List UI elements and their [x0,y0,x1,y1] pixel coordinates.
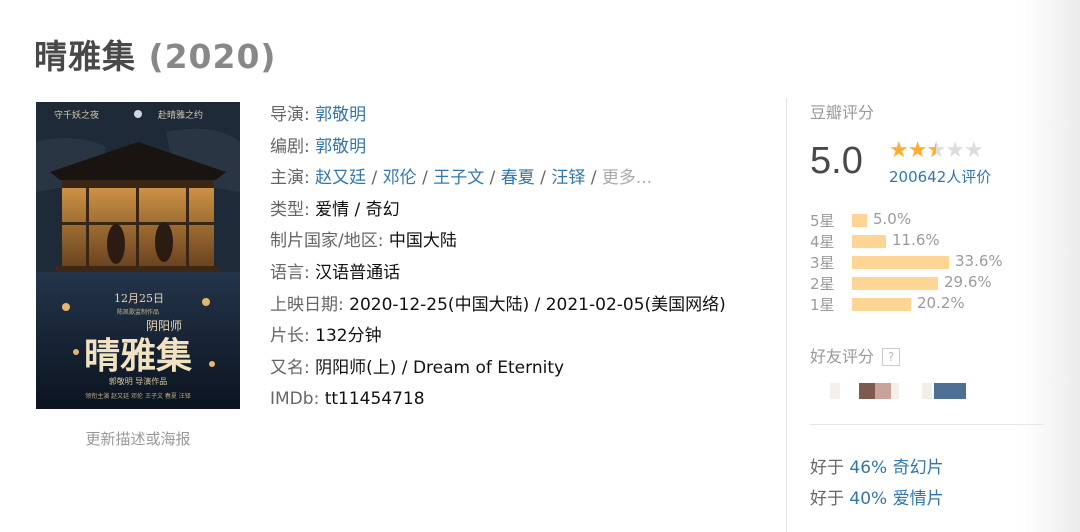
poster-tagline-right: 赴晴雅之约 [158,109,203,121]
better-than-row: 好于 46% 奇幻片 [810,453,944,478]
rating-score: 5.0 [810,140,863,182]
avatar [859,383,875,399]
avatar [934,383,966,399]
poster-cast: 领衔主演 赵又廷 邓伦 王子文 春夏 汪铎 [85,392,191,400]
rating-bar-label: 5星 [810,212,835,230]
rating-bar-label: 2星 [810,275,835,293]
director-row: 导演: 郭敬明 [270,105,367,125]
avatar [891,383,899,399]
cast-row: 主演: 赵又廷 / 邓伦 / 王子文 / 春夏 / 汪铎 / 更多... [270,168,653,189]
rating-bar-percent: 20.2% [917,294,965,312]
poster-image: 守千妖之夜 赴晴雅之约 12月25日 陈凯歌监制作品 阴阳师 晴雅集 郭敬明 导… [36,102,240,409]
imdb-value: tt11454718 [324,389,425,410]
friends-avatars[interactable] [830,383,970,399]
poster-tagline-left: 守千妖之夜 [54,109,99,121]
cast-link[interactable]: 赵又廷 [315,168,366,188]
writer-row: 编剧: 郭敬明 [270,136,367,157]
cast-label: 主演 [270,168,304,189]
director-label: 导演 [270,105,304,125]
friends-rating-label: 好友评分? [810,343,901,367]
language-value: 汉语普通话 [315,262,401,283]
rating-bar [852,235,886,248]
avatar [875,383,891,399]
rating-bar-percent: 29.6% [944,273,992,291]
better-than-prefix: 好于 [810,458,844,478]
cast-more-link[interactable]: 更多... [602,168,652,188]
better-than-prefix: 好于 [810,489,844,509]
aka-row: 又名: 阴阳师(上) / Dream of Eternity [270,353,726,385]
avatar [922,383,932,399]
section-divider [786,98,787,532]
star-empty-icon: ★ [945,138,965,163]
cast-link[interactable]: 邓伦 [383,168,417,188]
runtime-row: 片长: 132分钟 [270,321,726,353]
runtime-value: 132分钟 [315,326,382,347]
runtime-label: 片长: [270,326,310,347]
edge-shadow [1020,0,1080,532]
better-than-row: 好于 40% 爱情片 [810,484,944,509]
poster-presented: 陈凯歌监制作品 [117,308,159,316]
rating-votes-link[interactable]: 200642人评价 [889,166,991,187]
rating-bar [852,256,949,269]
aka-value: 阴阳师(上) / Dream of Eternity [315,357,565,378]
aka-label: 又名: [270,357,310,378]
writer-link[interactable]: 郭敬明 [315,137,366,157]
update-description-link[interactable]: 更新描述或海报 [36,428,240,449]
genre-label: 类型: [270,199,310,220]
director-link[interactable]: 郭敬明 [315,105,366,125]
rating-bar [852,298,911,311]
rating-bar-label: 3星 [810,254,835,272]
release-label: 上映日期: [270,294,344,315]
star-empty-icon: ★ [963,138,984,163]
genre-row: 类型: 爱情 / 奇幻 [270,195,726,227]
rating-bar-percent: 33.6% [955,252,1003,270]
language-row: 语言: 汉语普通话 [270,258,726,290]
better-than-link[interactable]: 46% 奇幻片 [849,458,943,478]
cast-link[interactable]: 王子文 [433,168,484,188]
section-divider [810,424,1044,425]
movie-year: (2020) [148,37,277,76]
rating-bar [852,277,938,290]
rating-bar-label: 4星 [810,233,835,251]
rating-stars: ★★★ ★★ [889,138,984,163]
writer-label: 编剧 [270,136,304,157]
rating-bar-percent: 11.6% [892,231,940,249]
imdb-row: IMDb: tt11454718 [270,384,726,416]
release-value: 2020-12-25(中国大陆) / 2021-02-05(美国网络) [349,294,726,315]
rating-label: 豆瓣评分 [810,103,875,122]
poster-director: 郭敬明 导演作品 [109,376,168,386]
language-label: 语言: [270,262,310,283]
friends-rating-text: 好友评分 [810,347,875,366]
better-than-link[interactable]: 40% 爱情片 [849,489,943,509]
movie-info: 导演: 郭敬明 编剧: 郭敬明 主演: 赵又廷 / 邓伦 / 王子文 / 春夏 … [270,100,726,416]
cast-link[interactable]: 汪铎 [551,168,585,188]
question-icon[interactable]: ? [882,348,901,366]
rating-bar-percent: 5.0% [873,210,912,228]
imdb-label: IMDb: [270,389,320,410]
movie-name: 晴雅集 [34,37,136,76]
country-label: 制片国家/地区: [270,231,384,252]
poster-subtitle: 阴阳师 [146,319,182,333]
genre-value: 爱情 / 奇幻 [315,199,400,220]
country-value: 中国大陆 [388,231,457,252]
star-full-icon: ★ [889,138,909,163]
poster-title: 晴雅集 [84,335,192,377]
movie-poster[interactable]: 守千妖之夜 赴晴雅之约 12月25日 陈凯歌监制作品 阴阳师 晴雅集 郭敬明 导… [36,102,240,409]
release-row: 上映日期: 2020-12-25(中国大陆) / 2021-02-05(美国网络… [270,290,726,322]
cast-link[interactable]: 春夏 [501,168,535,188]
star-half-icon: ★ [926,138,946,163]
poster-date: 12月25日 [114,292,164,305]
star-full-icon: ★ [907,138,928,163]
country-row: 制片国家/地区: 中国大陆 [270,226,726,258]
rating-bar-label: 1星 [810,296,835,314]
movie-title: 晴雅集 (2020) [34,30,277,78]
avatar [830,383,840,399]
rating-bar [852,214,867,227]
